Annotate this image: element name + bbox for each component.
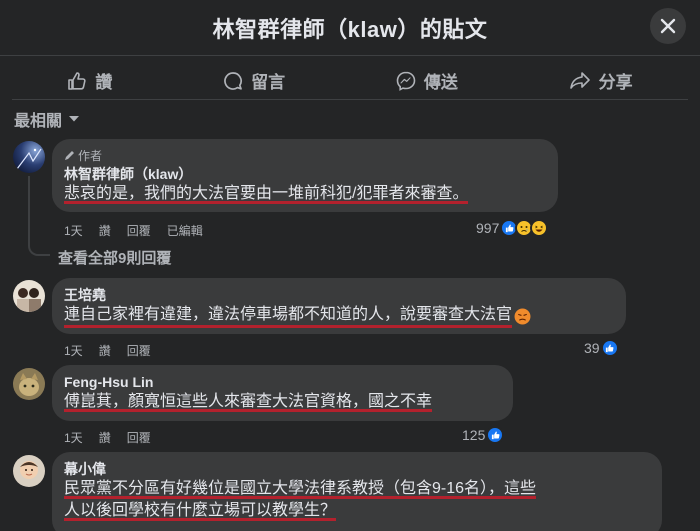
share-button[interactable]: 分享 bbox=[545, 64, 657, 97]
comment-reactions[interactable]: 997 bbox=[476, 219, 549, 237]
comment-author-name[interactable]: 王培堯 bbox=[64, 286, 614, 304]
sort-label: 最相關 bbox=[14, 113, 63, 130]
comment-text-line-2: 人以後回學校有什麼立場可以教學生？ bbox=[64, 502, 337, 521]
comment-label: 留言 bbox=[251, 73, 286, 92]
comment-bubble: 王培堯 連自己家裡有違建，違法停車場都不知道的人，說要審查大法官 bbox=[52, 278, 626, 334]
child-photo-avatar-image bbox=[13, 455, 45, 487]
group-photo-avatar-image bbox=[13, 280, 45, 312]
caret-down-icon bbox=[69, 116, 80, 122]
haha-icon bbox=[530, 219, 549, 237]
view-all-replies-link[interactable]: 查看全部9則回覆 bbox=[58, 247, 171, 268]
comment-like-link[interactable]: 讚 bbox=[99, 222, 111, 239]
send-label: 傳送 bbox=[423, 73, 458, 92]
like-button[interactable]: 讚 bbox=[43, 64, 136, 97]
comment-text-line-1: 民眾黨不分區有好幾位是國立大學法律系教授（包含9-16名），這些 bbox=[64, 480, 537, 499]
comment-timestamp[interactable]: 1天 bbox=[64, 342, 83, 359]
comment-author-name[interactable]: 林智群律師（klaw） bbox=[64, 165, 546, 183]
post-dialog-header: 林智群律師（klaw）的貼文 bbox=[0, 0, 700, 56]
comment-icon bbox=[224, 71, 243, 90]
author-badge-label: 作者 bbox=[78, 149, 103, 163]
close-button[interactable] bbox=[650, 8, 686, 44]
reaction-count: 997 bbox=[476, 220, 500, 236]
avatar[interactable] bbox=[13, 455, 45, 487]
comment-like-link[interactable]: 讚 bbox=[99, 342, 111, 359]
avatar[interactable] bbox=[13, 280, 45, 312]
reply-thread-line bbox=[28, 176, 50, 256]
comment-bubble: 作者 林智群律師（klaw） 悲哀的是，我們的大法官要由一堆前科犯/犯罪者來審查… bbox=[52, 139, 558, 212]
comment-sort-dropdown[interactable]: 最相關 bbox=[14, 107, 80, 131]
like-icon bbox=[486, 426, 505, 444]
cat-photo-avatar-image bbox=[13, 368, 45, 400]
reaction-count: 125 bbox=[462, 427, 486, 443]
comment-text: 連自己家裡有違建，違法停車場都不知道的人，說要審查大法官 bbox=[64, 304, 513, 328]
comment-meta: 1天 讚 回覆 bbox=[64, 429, 151, 446]
comment-meta: 1天 讚 回覆 已編輯 bbox=[64, 222, 203, 239]
comment-edited-label[interactable]: 已編輯 bbox=[167, 222, 203, 239]
night-sky-avatar-image bbox=[13, 141, 45, 173]
comment-bubble: 幕小偉 民眾黨不分區有好幾位是國立大學法律系教授（包含9-16名），這些 人以後… bbox=[52, 452, 662, 531]
post-action-bar: 讚 留言 傳送 分享 bbox=[12, 64, 688, 100]
messenger-icon bbox=[396, 71, 416, 91]
share-label: 分享 bbox=[598, 73, 633, 92]
comment-reply-link[interactable]: 回覆 bbox=[127, 342, 151, 359]
close-icon bbox=[660, 18, 676, 34]
comment-text: 傅崑萁，顏寬恒這些人來審查大法官資格，國之不幸 bbox=[64, 393, 433, 412]
like-icon bbox=[600, 339, 619, 357]
angry-emoji-icon bbox=[514, 308, 531, 324]
reaction-count: 39 bbox=[584, 340, 600, 356]
comment-timestamp[interactable]: 1天 bbox=[64, 429, 83, 446]
comment-reactions[interactable]: 125 bbox=[462, 426, 505, 444]
pencil-icon bbox=[65, 151, 74, 160]
dialog-title: 林智群律師（klaw）的貼文 bbox=[212, 16, 488, 42]
comment-button[interactable]: 留言 bbox=[199, 64, 309, 97]
comment-text: 悲哀的是，我們的大法官要由一堆前科犯/犯罪者來審查。 bbox=[64, 185, 469, 204]
comment-meta: 1天 讚 回覆 bbox=[64, 342, 151, 359]
like-label: 讚 bbox=[95, 73, 113, 92]
comment-reactions[interactable]: 39 bbox=[584, 339, 619, 357]
thumbs-up-icon bbox=[68, 71, 87, 90]
send-button[interactable]: 傳送 bbox=[372, 64, 482, 97]
comment-like-link[interactable]: 讚 bbox=[99, 429, 111, 446]
avatar[interactable] bbox=[13, 368, 45, 400]
avatar[interactable] bbox=[13, 141, 45, 173]
comment-reply-link[interactable]: 回覆 bbox=[127, 222, 151, 239]
comment-author-name[interactable]: 幕小偉 bbox=[64, 460, 650, 478]
comment-author-name[interactable]: Feng-Hsu Lin bbox=[64, 373, 501, 391]
share-arrow-icon bbox=[569, 71, 590, 89]
author-badge: 作者 bbox=[64, 147, 546, 164]
comment-bubble: Feng-Hsu Lin 傅崑萁，顏寬恒這些人來審查大法官資格，國之不幸 bbox=[52, 365, 513, 421]
comment-reply-link[interactable]: 回覆 bbox=[127, 429, 151, 446]
comment-timestamp[interactable]: 1天 bbox=[64, 222, 83, 239]
